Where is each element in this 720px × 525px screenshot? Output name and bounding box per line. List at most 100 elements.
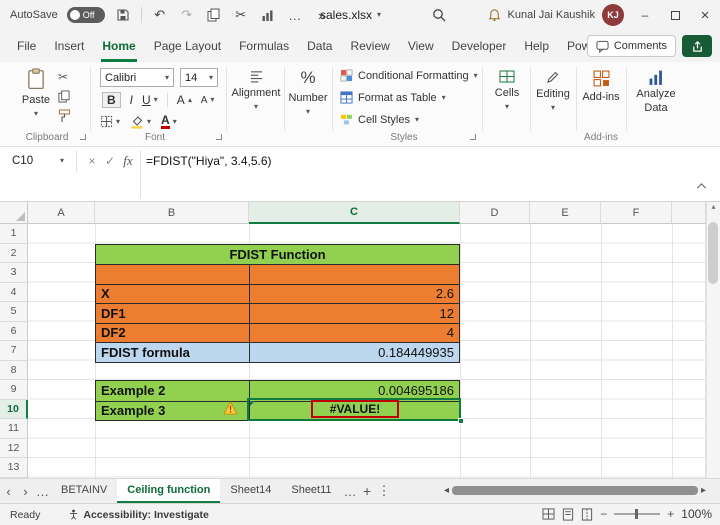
column-header-F[interactable]: F	[601, 202, 672, 224]
save-icon[interactable]	[114, 6, 132, 24]
enter-button[interactable]: ✓	[102, 151, 118, 171]
font-name-combo[interactable]: Calibri ▾	[100, 68, 174, 87]
row-header-10[interactable]: 10	[0, 399, 28, 419]
tab-data[interactable]: Data	[298, 31, 341, 62]
cell-B9[interactable]: Example 2	[96, 381, 249, 401]
column-header-E[interactable]: E	[530, 202, 601, 224]
zoom-level[interactable]: 100%	[681, 507, 712, 521]
chart-icon[interactable]	[259, 6, 277, 24]
scroll-left-icon[interactable]: ◂	[444, 485, 449, 496]
cell-C7[interactable]: 0.184449935	[249, 342, 459, 362]
grow-font-button[interactable]: A ▾	[177, 93, 192, 107]
cells-group-button[interactable]: Cells ▾	[486, 70, 528, 111]
tab-help[interactable]: Help	[515, 31, 558, 62]
cell-C6[interactable]: 4	[249, 322, 459, 342]
zoom-slider[interactable]	[614, 509, 661, 519]
zoom-in-button[interactable]: +	[667, 507, 674, 521]
close-button[interactable]: ×	[690, 0, 720, 30]
paste-button[interactable]: Paste ▾	[14, 68, 58, 118]
row-header-5[interactable]: 5	[0, 302, 28, 322]
more-sheets-icon[interactable]: …	[342, 484, 359, 499]
accessibility-status[interactable]: Accessibility: Investigate	[68, 508, 209, 521]
tab-developer[interactable]: Developer	[443, 31, 516, 62]
format-as-table-button[interactable]: Format as Table ▾	[340, 91, 446, 104]
horizontal-scrollbar[interactable]: ◂ ▸	[444, 481, 706, 499]
zoom-slider-knob[interactable]	[635, 509, 639, 519]
bold-button[interactable]: B	[102, 92, 121, 108]
row-header-13[interactable]: 13	[0, 458, 28, 478]
new-sheet-button[interactable]: +	[359, 483, 376, 499]
tab-page-layout[interactable]: Page Layout	[145, 31, 230, 62]
row-header-11[interactable]: 11	[0, 419, 28, 439]
copy-icon[interactable]	[205, 6, 223, 24]
conditional-formatting-button[interactable]: Conditional Formatting ▾	[340, 69, 478, 82]
editing-group-button[interactable]: Editing ▾	[532, 70, 574, 112]
tab-insert[interactable]: Insert	[45, 31, 93, 62]
bell-icon[interactable]	[488, 8, 501, 22]
cut-button[interactable]: ✂	[58, 70, 68, 84]
search-icon[interactable]	[432, 8, 446, 22]
row-header-6[interactable]: 6	[0, 321, 28, 341]
font-dialog-launcher-icon[interactable]	[216, 134, 222, 140]
row-header-9[interactable]: 9	[0, 380, 28, 400]
insert-function-button[interactable]: fx	[120, 151, 136, 171]
cancel-button[interactable]: ×	[84, 151, 100, 171]
page-break-view-button[interactable]	[581, 507, 593, 521]
row-header-3[interactable]: 3	[0, 263, 28, 283]
sheet-options-icon[interactable]: ⋮	[376, 483, 393, 499]
cell-B6[interactable]: DF2	[96, 322, 249, 342]
sheet-tab-sheet14[interactable]: Sheet14	[220, 479, 281, 503]
italic-button[interactable]: I	[130, 93, 133, 107]
tab-home[interactable]: Home	[93, 31, 144, 62]
vertical-scrollbar-thumb[interactable]	[708, 222, 718, 284]
tab-formulas[interactable]: Formulas	[230, 31, 298, 62]
zoom-out-button[interactable]: −	[600, 507, 607, 521]
page-layout-view-button[interactable]	[562, 507, 574, 521]
normal-view-button[interactable]	[542, 508, 555, 520]
sheet-list-ellipsis-icon[interactable]: …	[34, 484, 51, 499]
tab-view[interactable]: View	[399, 31, 443, 62]
underline-button[interactable]: U ▾	[142, 93, 158, 107]
scroll-up-icon[interactable]: ▴	[711, 202, 715, 211]
collapse-formula-bar-icon[interactable]	[696, 183, 707, 189]
error-value-highlight[interactable]: #VALUE!	[311, 400, 399, 418]
copy-button[interactable]	[58, 90, 70, 103]
sheet-tab-betainv[interactable]: BETAINV	[51, 479, 117, 503]
number-group-button[interactable]: % Number ▾	[286, 68, 330, 116]
row-header-8[interactable]: 8	[0, 360, 28, 380]
horizontal-scrollbar-thumb[interactable]	[452, 485, 698, 495]
clipboard-dialog-launcher-icon[interactable]	[80, 134, 86, 140]
select-all-corner[interactable]	[0, 202, 28, 224]
sheet-nav-right-icon[interactable]: ›	[17, 484, 34, 499]
sheet-nav-left-icon[interactable]: ‹	[0, 484, 17, 499]
cell-B5[interactable]: DF1	[96, 303, 249, 323]
redo-icon[interactable]: ↷	[178, 6, 196, 24]
analyze-data-button[interactable]: Analyze Data	[630, 69, 682, 114]
name-box[interactable]: C10 ▾	[6, 151, 70, 171]
fill-color-button[interactable]: ▾	[130, 114, 151, 129]
more-commands-icon[interactable]: …	[286, 6, 304, 24]
cell-styles-button[interactable]: Cell Styles ▾	[340, 113, 419, 126]
error-warning-icon[interactable]	[223, 401, 238, 415]
column-header-C[interactable]: C	[249, 202, 460, 224]
cell-B7[interactable]: FDIST formula	[96, 342, 249, 362]
column-header-A[interactable]: A	[28, 202, 95, 224]
maximize-button[interactable]	[660, 0, 690, 30]
row-header-2[interactable]: 2	[0, 243, 28, 263]
shrink-font-button[interactable]: A ▾	[201, 95, 215, 106]
cell-B2-title[interactable]: FDIST Function	[96, 244, 459, 264]
column-header-partial[interactable]	[672, 202, 706, 224]
autosave-toggle[interactable]: Off	[66, 7, 105, 23]
cut-icon[interactable]: ✂	[232, 6, 250, 24]
cell-C5[interactable]: 12	[249, 303, 459, 323]
formula-input[interactable]: =FDIST("Hiya", 3.4,5.6)	[146, 151, 272, 171]
minimize-button[interactable]: –	[630, 0, 660, 30]
row-header-4[interactable]: 4	[0, 282, 28, 302]
tab-file[interactable]: File	[8, 31, 45, 62]
row-header-7[interactable]: 7	[0, 341, 28, 361]
cell-C4[interactable]: 2.6	[249, 283, 459, 303]
fill-handle[interactable]	[458, 418, 464, 424]
format-painter-button[interactable]	[58, 109, 71, 123]
font-size-combo[interactable]: 14 ▾	[180, 68, 218, 87]
sheet-tab-sheet11[interactable]: Sheet11	[281, 479, 341, 503]
